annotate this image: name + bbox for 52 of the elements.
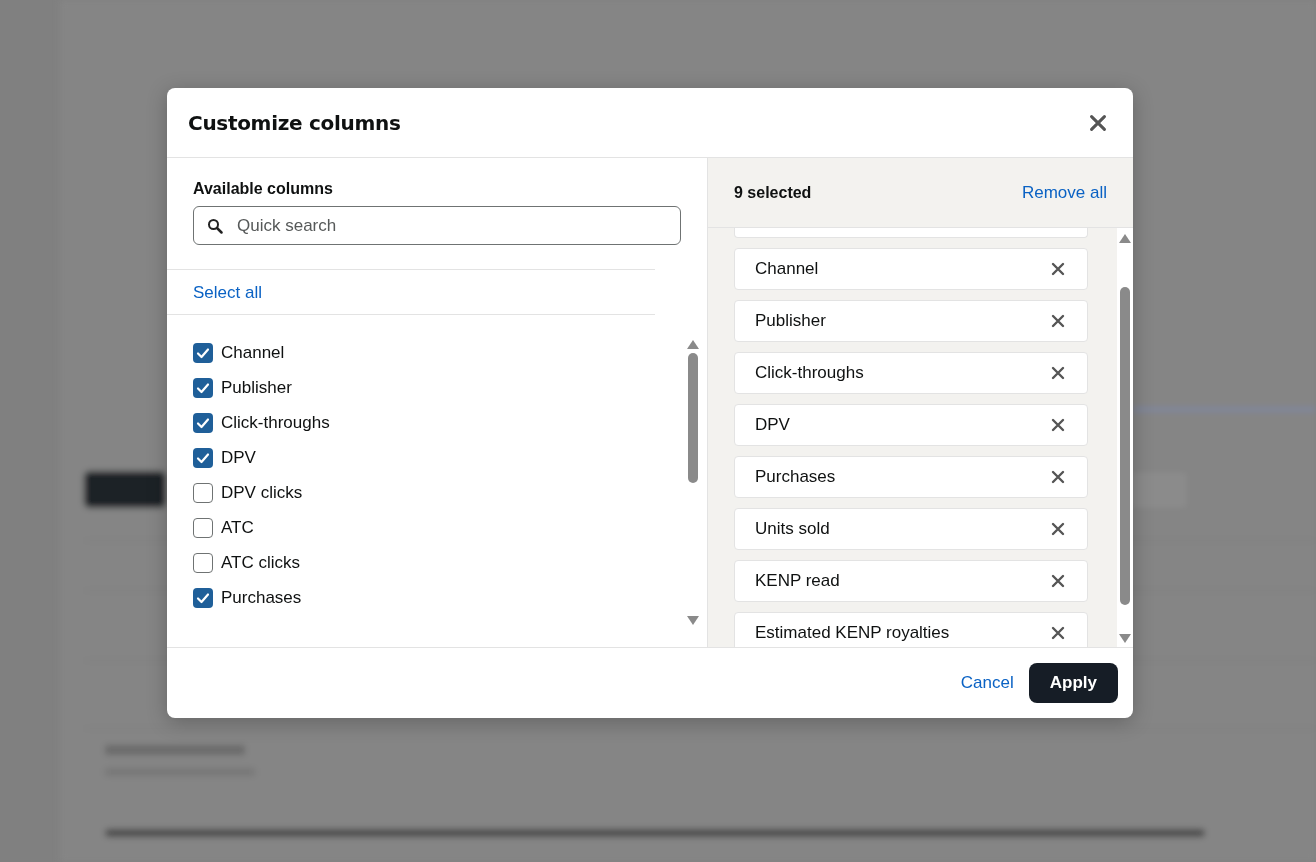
remove-button[interactable] [1051, 366, 1065, 380]
scrollbar-thumb[interactable] [1120, 287, 1130, 605]
column-label: Estimated KENP royalties [755, 623, 950, 643]
checkbox[interactable] [193, 378, 213, 398]
column-label: Purchases [755, 467, 836, 487]
remove-button[interactable] [1051, 574, 1065, 588]
scroll-up-icon[interactable] [687, 340, 699, 349]
scrollbar-thumb[interactable] [688, 353, 698, 483]
apply-button[interactable]: Apply [1028, 663, 1118, 703]
remove-button[interactable] [1051, 626, 1065, 640]
column-label: Channel [755, 259, 819, 279]
column-option[interactable]: DPV [193, 445, 679, 471]
checkbox[interactable] [193, 483, 213, 503]
select-all-link[interactable]: Select all [193, 283, 262, 303]
column-option[interactable]: DPV clicks [193, 480, 679, 506]
checkbox[interactable] [193, 588, 213, 608]
column-option[interactable]: Click-throughs [193, 410, 679, 436]
search-field[interactable]: Quick search [193, 206, 681, 245]
cancel-button[interactable]: Cancel [960, 673, 1014, 693]
remove-button[interactable] [1051, 262, 1065, 276]
scroll-down-icon[interactable] [1119, 634, 1131, 643]
remove-all-link[interactable]: Remove all [1021, 182, 1107, 203]
column-label: Click-throughs [755, 363, 864, 383]
check-icon [196, 416, 210, 430]
checkbox[interactable] [193, 553, 213, 573]
column-label: Units sold [755, 519, 830, 539]
column-option[interactable]: ATC clicks [193, 550, 679, 576]
checkbox[interactable] [193, 448, 213, 468]
check-icon [196, 346, 210, 360]
column-label: DPV [755, 415, 790, 435]
section-heading: Available columns [192, 179, 334, 198]
column-option[interactable]: Publisher [193, 375, 679, 401]
dialog-title: Customize columns [188, 110, 401, 135]
checkbox[interactable] [193, 343, 213, 363]
column-option[interactable]: ATC [193, 515, 679, 541]
column-option[interactable]: Purchases [193, 585, 679, 611]
column-label: KENP read [755, 571, 840, 591]
remove-button[interactable] [1051, 522, 1065, 536]
scroll-down-icon[interactable] [687, 616, 699, 625]
scroll-up-icon[interactable] [1119, 234, 1131, 243]
remove-button[interactable] [1051, 314, 1065, 328]
checkbox[interactable] [193, 518, 213, 538]
remove-button[interactable] [1051, 470, 1065, 484]
column-label: Publisher [755, 311, 826, 331]
check-icon [196, 451, 210, 465]
selected-count: 9 selected [734, 183, 812, 202]
check-icon [196, 591, 210, 605]
check-icon [196, 381, 210, 395]
checkbox[interactable] [193, 413, 213, 433]
search-icon [207, 218, 223, 234]
column-option[interactable]: Channel [193, 340, 679, 366]
remove-button[interactable] [1051, 418, 1065, 432]
